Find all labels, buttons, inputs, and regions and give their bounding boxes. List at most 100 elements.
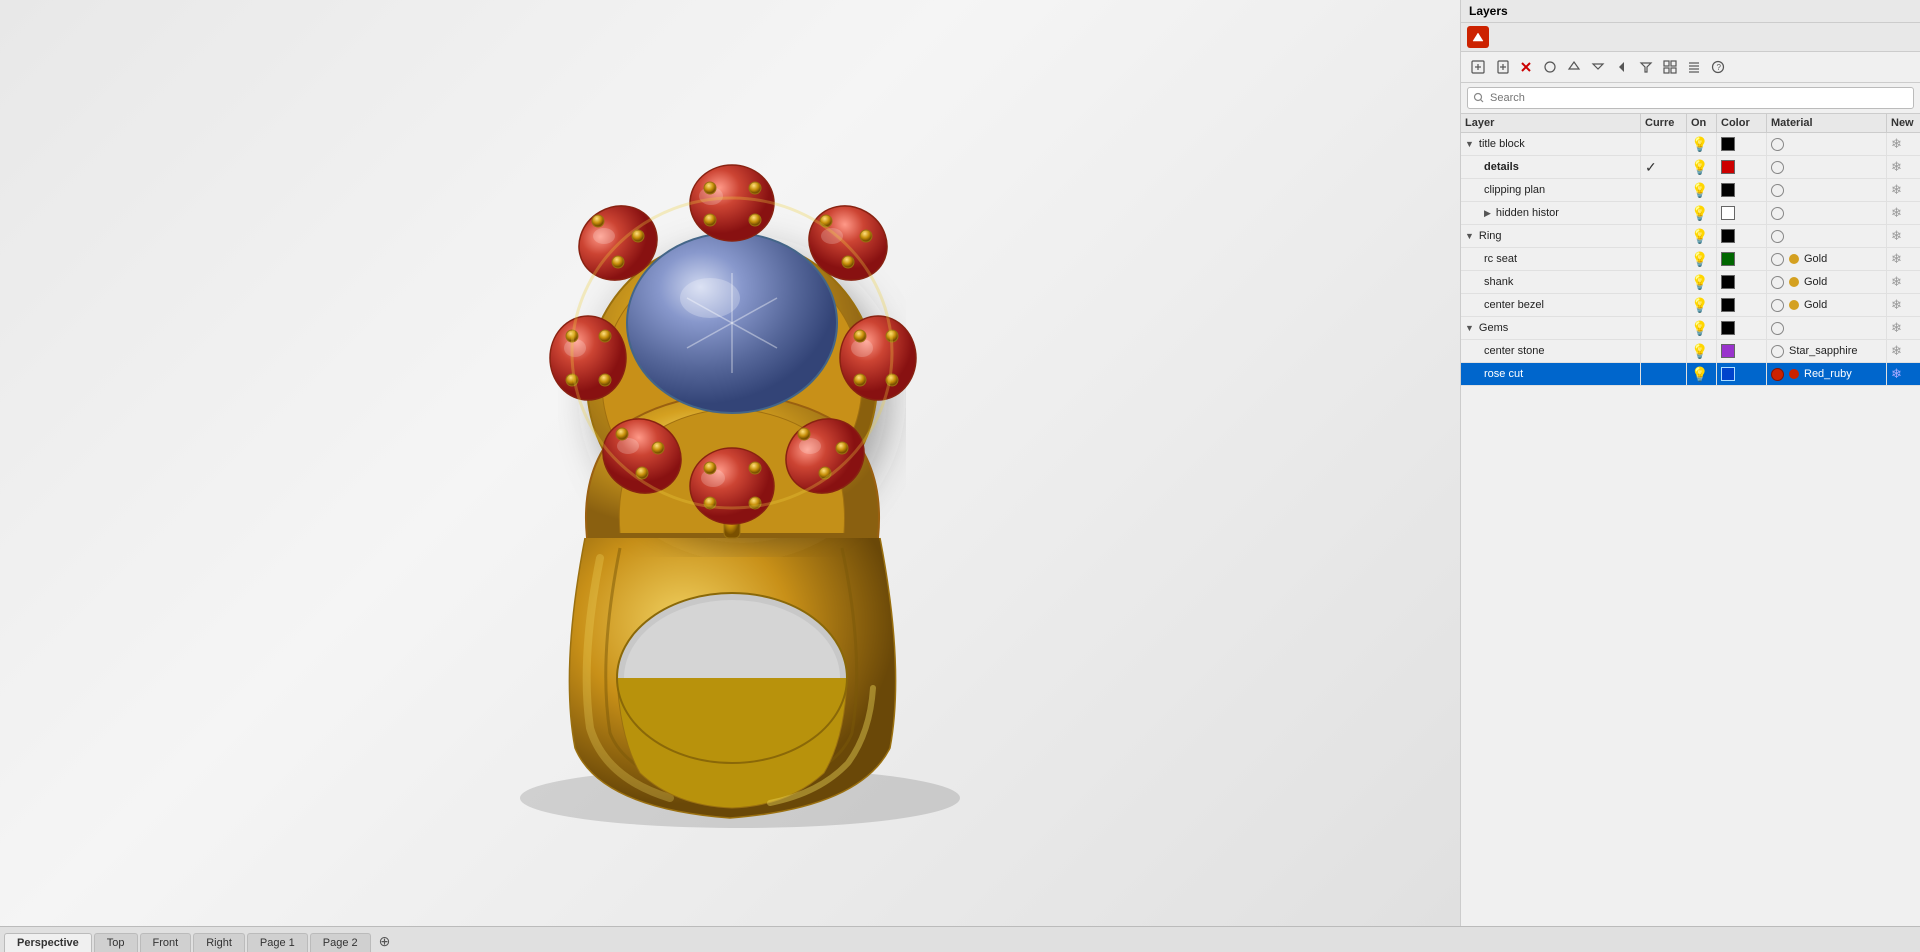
new-cell[interactable]: ❄ xyxy=(1887,225,1920,247)
bulb-icon[interactable]: 💡 xyxy=(1691,320,1708,337)
material-circle[interactable] xyxy=(1771,230,1784,243)
layer-name-cell[interactable]: ▼Ring xyxy=(1461,225,1641,247)
viewport-tab-front[interactable]: Front xyxy=(140,933,192,952)
bulb-icon[interactable]: 💡 xyxy=(1691,297,1708,314)
new-cell[interactable]: ❄ xyxy=(1887,317,1920,339)
color-square[interactable] xyxy=(1721,321,1735,335)
material-circle[interactable] xyxy=(1771,161,1784,174)
new-snowflake-icon[interactable]: ❄ xyxy=(1891,159,1902,175)
table-row[interactable]: ▼Gems💡❄❄ xyxy=(1461,317,1920,340)
layer-name-cell[interactable]: details xyxy=(1461,156,1641,178)
color-cell[interactable] xyxy=(1717,202,1767,224)
bulb-icon[interactable]: 💡 xyxy=(1691,136,1708,153)
color-square[interactable] xyxy=(1721,206,1735,220)
color-square[interactable] xyxy=(1721,298,1735,312)
material-circle[interactable] xyxy=(1771,368,1784,381)
bulb-icon[interactable]: 💡 xyxy=(1691,343,1708,360)
table-row[interactable]: rc seat💡Gold❄❄ xyxy=(1461,248,1920,271)
new-snowflake-icon[interactable]: ❄ xyxy=(1891,182,1902,198)
on-cell[interactable]: 💡 xyxy=(1687,317,1717,339)
new-snowflake-icon[interactable]: ❄ xyxy=(1891,136,1902,152)
add-sublayer-button[interactable] xyxy=(1491,56,1513,78)
table-row[interactable]: shank💡Gold❄❄ xyxy=(1461,271,1920,294)
layer-name-cell[interactable]: ▼title block xyxy=(1461,133,1641,155)
color-square[interactable] xyxy=(1721,137,1735,151)
layer-name-cell[interactable]: rc seat xyxy=(1461,248,1641,270)
collapse-button[interactable] xyxy=(1587,56,1609,78)
on-cell[interactable]: 💡 xyxy=(1687,294,1717,316)
material-cell[interactable] xyxy=(1767,225,1887,247)
material-cell[interactable] xyxy=(1767,179,1887,201)
bulb-icon[interactable]: 💡 xyxy=(1691,159,1708,176)
material-circle[interactable] xyxy=(1771,345,1784,358)
new-cell[interactable]: ❄ xyxy=(1887,294,1920,316)
material-circle[interactable] xyxy=(1771,184,1784,197)
new-cell[interactable]: ❄ xyxy=(1887,202,1920,224)
delete-button[interactable] xyxy=(1515,56,1537,78)
layer-name-cell[interactable]: center bezel xyxy=(1461,294,1641,316)
current-cell[interactable] xyxy=(1641,248,1687,270)
layer-name-cell[interactable]: rose cut xyxy=(1461,363,1641,385)
expand-arrow-icon[interactable]: ▼ xyxy=(1465,323,1474,333)
current-cell[interactable]: ✓ xyxy=(1641,156,1687,178)
layer-name-cell[interactable]: center stone xyxy=(1461,340,1641,362)
left-arrow-button[interactable] xyxy=(1611,56,1633,78)
filter-button[interactable] xyxy=(1635,56,1657,78)
on-cell[interactable]: 💡 xyxy=(1687,225,1717,247)
current-cell[interactable] xyxy=(1641,179,1687,201)
material-cell[interactable]: Red_ruby xyxy=(1767,363,1887,385)
table-row[interactable]: center bezel💡Gold❄❄ xyxy=(1461,294,1920,317)
new-snowflake-icon[interactable]: ❄ xyxy=(1891,297,1902,313)
help-button[interactable]: ? xyxy=(1707,56,1729,78)
color-cell[interactable] xyxy=(1717,271,1767,293)
new-snowflake-icon[interactable]: ❄ xyxy=(1891,251,1902,267)
material-cell[interactable] xyxy=(1767,317,1887,339)
move-down-button[interactable] xyxy=(1563,56,1585,78)
color-square[interactable] xyxy=(1721,252,1735,266)
material-circle[interactable] xyxy=(1771,299,1784,312)
viewport-tab-page-1[interactable]: Page 1 xyxy=(247,933,308,952)
viewport-tab-right[interactable]: Right xyxy=(193,933,245,952)
current-cell[interactable] xyxy=(1641,340,1687,362)
color-cell[interactable] xyxy=(1717,340,1767,362)
material-cell[interactable] xyxy=(1767,133,1887,155)
on-cell[interactable]: 💡 xyxy=(1687,156,1717,178)
search-input[interactable] xyxy=(1467,87,1914,109)
table-row[interactable]: rose cut💡Red_ruby❄❄💡 xyxy=(1461,363,1920,386)
new-cell[interactable]: ❄ xyxy=(1887,363,1920,385)
new-cell[interactable]: ❄ xyxy=(1887,271,1920,293)
current-cell[interactable] xyxy=(1641,363,1687,385)
viewport[interactable] xyxy=(0,0,1460,926)
bulb-icon[interactable]: 💡 xyxy=(1691,274,1708,291)
color-square[interactable] xyxy=(1721,160,1735,174)
color-cell[interactable] xyxy=(1717,363,1767,385)
viewport-tab-top[interactable]: Top xyxy=(94,933,138,952)
color-square[interactable] xyxy=(1721,275,1735,289)
on-cell[interactable]: 💡 xyxy=(1687,248,1717,270)
color-cell[interactable] xyxy=(1717,248,1767,270)
sub-arrow-icon[interactable]: ▶ xyxy=(1484,208,1491,219)
current-cell[interactable] xyxy=(1641,133,1687,155)
new-snowflake-icon[interactable]: ❄ xyxy=(1891,320,1902,336)
color-square[interactable] xyxy=(1721,344,1735,358)
move-up-button[interactable] xyxy=(1539,56,1561,78)
color-cell[interactable] xyxy=(1717,179,1767,201)
material-circle[interactable] xyxy=(1771,138,1784,151)
layer-name-cell[interactable]: clipping plan xyxy=(1461,179,1641,201)
current-cell[interactable] xyxy=(1641,202,1687,224)
material-cell[interactable]: Star_sapphire xyxy=(1767,340,1887,362)
layer-name-cell[interactable]: shank xyxy=(1461,271,1641,293)
color-cell[interactable] xyxy=(1717,133,1767,155)
layer-name-cell[interactable]: ▼Gems xyxy=(1461,317,1641,339)
new-cell[interactable]: ❄ xyxy=(1887,248,1920,270)
color-square[interactable] xyxy=(1721,229,1735,243)
current-cell[interactable] xyxy=(1641,225,1687,247)
new-snowflake-icon[interactable]: ❄ xyxy=(1891,274,1902,290)
grid-view-button[interactable] xyxy=(1659,56,1681,78)
color-cell[interactable] xyxy=(1717,156,1767,178)
material-circle[interactable] xyxy=(1771,322,1784,335)
new-cell[interactable]: ❄ xyxy=(1887,156,1920,178)
on-cell[interactable]: 💡 xyxy=(1687,202,1717,224)
new-snowflake-icon[interactable]: ❄ xyxy=(1891,205,1902,221)
current-cell[interactable] xyxy=(1641,271,1687,293)
